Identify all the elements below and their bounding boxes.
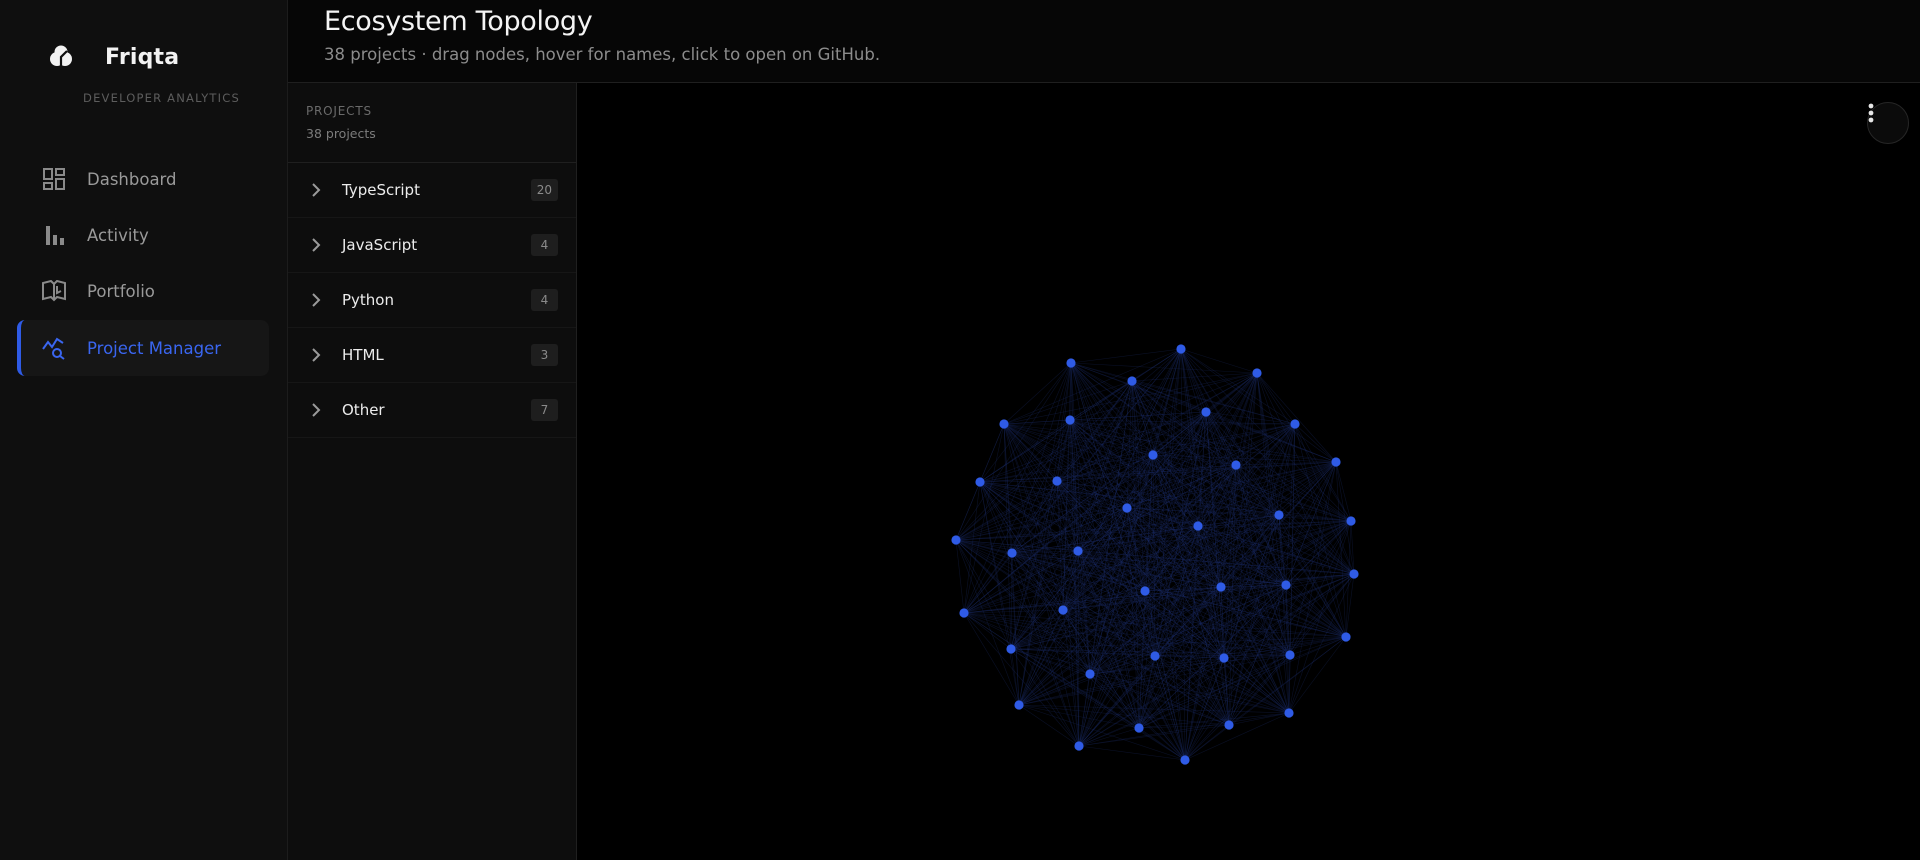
sidebar: Friqta DEVELOPER ANALYTICS Dashboard Act… (0, 0, 288, 860)
nav-label: Portfolio (87, 281, 155, 301)
projects-count: 38 projects (306, 126, 376, 141)
nav-label: Activity (87, 225, 149, 245)
project-node[interactable] (959, 608, 969, 618)
project-node[interactable] (1066, 358, 1076, 368)
project-node[interactable] (1007, 548, 1017, 558)
nav-label: Dashboard (87, 169, 177, 189)
graph-edge (955, 539, 1020, 706)
graph-edge (1335, 461, 1352, 522)
projects-kicker: PROJECTS (306, 104, 372, 118)
project-node[interactable] (1176, 344, 1186, 354)
project-node[interactable] (1180, 755, 1190, 765)
project-node[interactable] (1006, 644, 1016, 654)
graph-edge (1184, 573, 1355, 761)
project-group-python[interactable]: Python 4 (288, 273, 576, 328)
book-open-icon (41, 278, 67, 304)
project-node[interactable] (1224, 720, 1234, 730)
project-node[interactable] (1331, 457, 1341, 467)
project-node[interactable] (1127, 376, 1137, 386)
graph-edge (1078, 712, 1290, 747)
dashboard-icon (41, 166, 67, 192)
project-node[interactable] (1281, 580, 1291, 590)
graph-menu-button[interactable] (1867, 102, 1909, 144)
project-node[interactable] (1290, 419, 1300, 429)
group-label: JavaScript (342, 236, 418, 254)
project-node[interactable] (1148, 450, 1158, 460)
project-node[interactable] (1349, 569, 1359, 579)
group-count-badge: 20 (530, 179, 558, 201)
group-count-badge: 4 (531, 289, 558, 311)
project-node[interactable] (1284, 708, 1294, 718)
page-subtitle: 38 projects · drag nodes, hover for name… (324, 45, 881, 64)
friqta-logo-icon (44, 40, 78, 74)
project-group-other[interactable]: Other 7 (288, 383, 576, 438)
chevron-right-icon (312, 238, 321, 252)
group-label: TypeScript (342, 181, 420, 199)
group-count-badge: 3 (531, 344, 558, 366)
project-node[interactable] (1122, 503, 1132, 513)
nav-item-dashboard[interactable]: Dashboard (17, 151, 269, 207)
project-node[interactable] (1074, 741, 1084, 751)
project-node[interactable] (951, 535, 961, 545)
nav-item-project-manager[interactable]: Project Manager (17, 320, 269, 376)
page-header: Ecosystem Topology 38 projects · drag no… (288, 0, 1920, 83)
project-node[interactable] (1134, 723, 1144, 733)
project-node[interactable] (1150, 651, 1160, 661)
projects-panel: PROJECTS 38 projects TypeScript 20 JavaS… (288, 83, 577, 860)
project-node[interactable] (1193, 521, 1203, 531)
nav-item-activity[interactable]: Activity (17, 207, 269, 263)
chevron-right-icon (312, 348, 321, 362)
chevron-right-icon (312, 183, 321, 197)
project-node[interactable] (975, 477, 985, 487)
group-label: Other (342, 401, 385, 419)
graph-edge (1078, 745, 1186, 761)
page-title: Ecosystem Topology (324, 6, 593, 37)
project-node[interactable] (1231, 460, 1241, 470)
graph-edge (1180, 348, 1186, 761)
trend-search-icon (41, 335, 67, 361)
group-label: HTML (342, 346, 384, 364)
topology-graph[interactable] (577, 83, 1920, 860)
project-node[interactable] (1216, 582, 1226, 592)
project-group-html[interactable]: HTML 3 (288, 328, 576, 383)
project-node[interactable] (1252, 368, 1262, 378)
projects-panel-header: PROJECTS 38 projects (288, 83, 576, 163)
more-vertical-icon (1868, 103, 1874, 123)
group-count-badge: 4 (531, 234, 558, 256)
project-node[interactable] (1140, 586, 1150, 596)
bar-chart-icon (41, 222, 67, 248)
project-node[interactable] (1014, 700, 1024, 710)
project-node[interactable] (1341, 632, 1351, 642)
brand[interactable]: Friqta (44, 40, 179, 74)
topology-graph-canvas[interactable] (577, 83, 1920, 860)
group-count-badge: 7 (531, 399, 558, 421)
brand-name: Friqta (105, 44, 180, 70)
project-node[interactable] (1346, 516, 1356, 526)
brand-subtitle: DEVELOPER ANALYTICS (83, 91, 240, 105)
chevron-right-icon (312, 403, 321, 417)
chevron-right-icon (312, 293, 321, 307)
group-label: Python (342, 291, 394, 309)
project-node[interactable] (1274, 510, 1284, 520)
project-node[interactable] (1085, 669, 1095, 679)
project-group-javascript[interactable]: JavaScript 4 (288, 218, 576, 273)
graph-edge (1078, 727, 1140, 747)
graph-edge (963, 612, 1080, 747)
project-group-typescript[interactable]: TypeScript 20 (288, 163, 576, 218)
project-node[interactable] (1219, 653, 1229, 663)
nav-label: Project Manager (87, 338, 222, 358)
project-node[interactable] (999, 419, 1009, 429)
graph-edge (955, 411, 1207, 541)
project-node[interactable] (1052, 476, 1062, 486)
nav-item-portfolio[interactable]: Portfolio (17, 263, 269, 319)
project-node[interactable] (1201, 407, 1211, 417)
project-node[interactable] (1073, 546, 1083, 556)
project-node[interactable] (1058, 605, 1068, 615)
project-node[interactable] (1065, 415, 1075, 425)
project-node[interactable] (1285, 650, 1295, 660)
